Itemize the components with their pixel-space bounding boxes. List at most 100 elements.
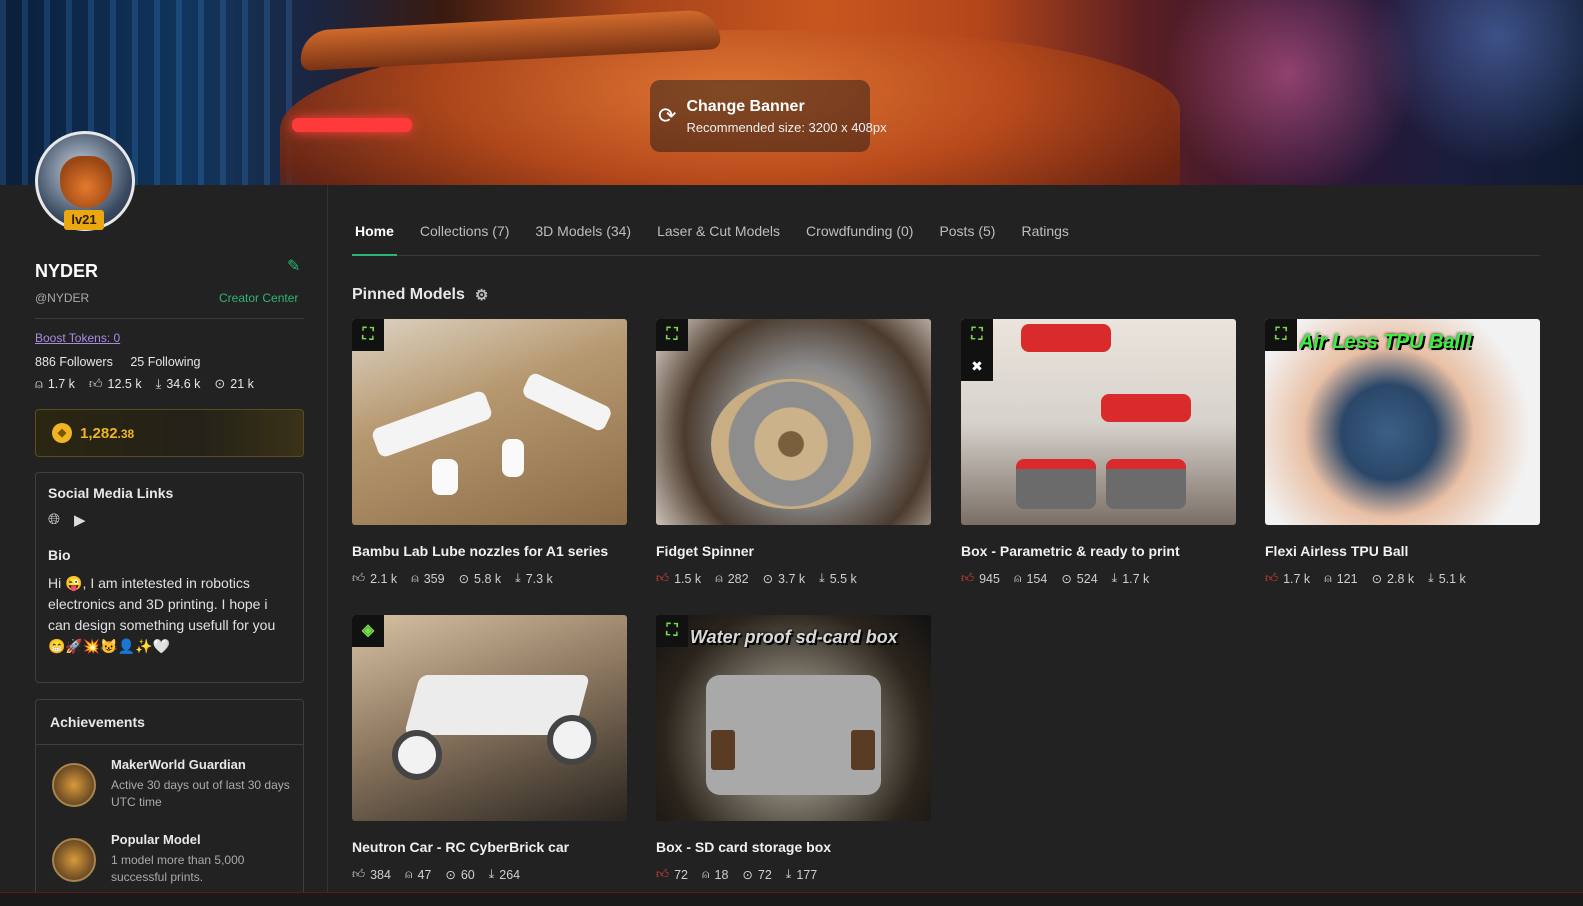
thumbs-up-icon[interactable]: 👍︎: [352, 571, 365, 586]
model-thumbnail[interactable]: ⛶ ✖: [961, 319, 1236, 525]
thumbs-up-icon[interactable]: 👍︎: [352, 867, 365, 882]
model-card[interactable]: Air Less TPU Ball! ⛶ Flexi Airless TPU B…: [1265, 319, 1540, 586]
stat-prints: 1.7 k: [47, 377, 75, 391]
thumbs-up-icon[interactable]: 👍︎: [656, 867, 669, 882]
model-card[interactable]: Water proof sd-card box ⛶ Box - SD card …: [656, 615, 931, 882]
thumbs-up-icon: 👍︎: [88, 376, 103, 391]
model-thumbnail[interactable]: ⛶: [352, 319, 627, 525]
social-links: 🌐︎ ▶: [48, 511, 291, 529]
print-icon: ⍝: [1013, 571, 1022, 585]
print-icon: ⍝: [404, 867, 413, 881]
stat-likes: 12.5 k: [107, 377, 142, 391]
profile-handle: @NYDER: [35, 291, 90, 305]
model-title[interactable]: Neutron Car - RC CyberBrick car: [352, 839, 627, 855]
model-title[interactable]: Box - Parametric & ready to print: [961, 543, 1236, 559]
view-icon: ⊙: [742, 868, 753, 882]
thumbnail-overlay-text: Water proof sd-card box: [690, 627, 898, 647]
model-card[interactable]: ⛶ Fidget Spinner 👍︎ 1.5 k ⍝ 282 ⊙ 3.7 k ⤓ 5.…: [656, 319, 931, 586]
download-icon: ⤓: [819, 571, 825, 585]
print-icon: ⍝: [701, 867, 710, 881]
banner-taillight: [292, 118, 412, 132]
followers-link[interactable]: 886 Followers: [35, 355, 113, 369]
model-card[interactable]: ⛶ Bambu Lab Lube nozzles for A1 series 👍…: [352, 319, 627, 586]
achievements-title: Achievements: [36, 700, 303, 745]
settings-icon[interactable]: ⚙: [475, 286, 488, 304]
level-badge: lv21: [64, 210, 104, 230]
achievement-item[interactable]: MakerWorld Guardian Active 30 days out o…: [36, 745, 303, 820]
download-icon: ⤓: [488, 867, 495, 881]
tab-posts[interactable]: Posts (5): [936, 208, 998, 256]
download-icon: ⤓: [515, 571, 521, 585]
divider: [35, 318, 304, 319]
model-title[interactable]: Box - SD card storage box: [656, 839, 931, 855]
edit-icon[interactable]: ✎: [287, 256, 300, 276]
tab-collections[interactable]: Collections (7): [417, 208, 512, 256]
print-icon: ⍝: [35, 376, 43, 391]
model-stats: 👍︎ 1.7 k ⍝ 121 ⊙ 2.8 k ⤓ 5.1 k: [1265, 571, 1466, 586]
boost-tokens-link[interactable]: Boost Tokens: 0: [35, 331, 120, 345]
youtube-icon[interactable]: ▶: [74, 511, 86, 529]
download-icon: ⤓: [1428, 571, 1434, 585]
globe-icon[interactable]: 🌐︎: [48, 511, 60, 529]
model-stats: 👍︎ 1.5 k ⍝ 282 ⊙ 3.7 k ⤓ 5.5 k: [656, 571, 857, 586]
bambu-badge-icon: ⛶: [961, 319, 993, 351]
download-icon: ⤓: [155, 376, 162, 391]
thumbs-up-icon[interactable]: 👍︎: [961, 571, 974, 586]
achievement-item[interactable]: Popular Model 1 model more than 5,000 su…: [36, 820, 303, 895]
print-icon: ⍝: [1324, 571, 1332, 585]
model-card[interactable]: ◈ Neutron Car - RC CyberBrick car 👍︎ 384 …: [352, 615, 627, 882]
bio-title: Bio: [48, 547, 71, 563]
coin-icon: ◆: [52, 423, 72, 443]
thumbs-up-icon[interactable]: 👍︎: [1265, 571, 1278, 586]
thumbnail-overlay-text: Air Less TPU Ball!: [1299, 331, 1473, 353]
model-thumbnail[interactable]: Water proof sd-card box ⛶: [656, 615, 931, 821]
cyberbrick-badge-icon: ◈: [352, 615, 384, 647]
bambu-badge-icon: ⛶: [1265, 319, 1297, 351]
points-balance[interactable]: ◆ 1,282.38: [35, 409, 304, 457]
pinned-models-heading: Pinned Models ⚙: [352, 286, 488, 304]
bambu-badge-icon: ⛶: [656, 615, 688, 647]
view-icon: ⊙: [1061, 572, 1072, 586]
model-stats: 👍︎ 945 ⍝ 154 ⊙ 524 ⤓ 1.7 k: [961, 571, 1150, 586]
bambu-badge-icon: ⛶: [656, 319, 688, 351]
profile-tabs: Home Collections (7) 3D Models (34) Lase…: [352, 208, 1540, 256]
model-title[interactable]: Flexi Airless TPU Ball: [1265, 543, 1540, 559]
model-stats: 👍︎ 384 ⍝ 47 ⊙ 60 ⤓ 264: [352, 867, 521, 882]
creator-center-link[interactable]: Creator Center: [219, 291, 298, 305]
achievement-name: Popular Model: [111, 832, 201, 847]
download-icon: ⤓: [1111, 571, 1118, 585]
tab-home[interactable]: Home: [352, 208, 397, 256]
model-card[interactable]: ⛶ ✖ Box - Parametric & ready to print 👍︎…: [961, 319, 1236, 586]
view-icon: ⊙: [762, 572, 774, 586]
popular-model-medal-icon: [52, 838, 96, 882]
model-title[interactable]: Fidget Spinner: [656, 543, 931, 559]
view-icon: ⊙: [458, 572, 470, 586]
bottom-bar: [0, 892, 1583, 906]
tab-ratings[interactable]: Ratings: [1018, 208, 1071, 256]
tab-3d-models[interactable]: 3D Models (34): [532, 208, 634, 256]
thumbs-up-icon[interactable]: 👍︎: [656, 571, 669, 586]
following-link[interactable]: 25 Following: [130, 355, 200, 369]
view-icon: ⊙: [214, 376, 226, 391]
print-icon: ⍝: [411, 571, 419, 585]
change-banner-button[interactable]: ⟳ Change Banner Recommended size: 3200 x…: [650, 80, 887, 152]
profile-banner: ⟳ Change Banner Recommended size: 3200 x…: [0, 0, 1583, 185]
social-title: Social Media Links: [48, 485, 174, 501]
tab-crowdfunding[interactable]: Crowdfunding (0): [803, 208, 916, 256]
fox-avatar-image: [60, 156, 112, 208]
tools-icon: ✖: [961, 351, 993, 381]
view-icon: ⊙: [1371, 572, 1383, 586]
points-value: 1,282.38: [80, 424, 135, 442]
tab-laser-cut-models[interactable]: Laser & Cut Models: [654, 208, 783, 256]
social-bio-card: Social Media Links 🌐︎ ▶ Bio Hi 😜, I am i…: [35, 472, 304, 683]
stat-views: 21 k: [230, 377, 254, 391]
change-banner-label: Change Banner: [686, 97, 805, 115]
view-icon: ⊙: [445, 868, 456, 882]
refresh-icon: ⟳: [658, 103, 677, 128]
model-thumbnail[interactable]: Air Less TPU Ball! ⛶: [1265, 319, 1540, 525]
print-icon: ⍝: [715, 571, 723, 585]
model-thumbnail[interactable]: ◈: [352, 615, 627, 821]
guardian-medal-icon: [52, 763, 96, 807]
model-title[interactable]: Bambu Lab Lube nozzles for A1 series: [352, 543, 627, 559]
model-thumbnail[interactable]: ⛶: [656, 319, 931, 525]
